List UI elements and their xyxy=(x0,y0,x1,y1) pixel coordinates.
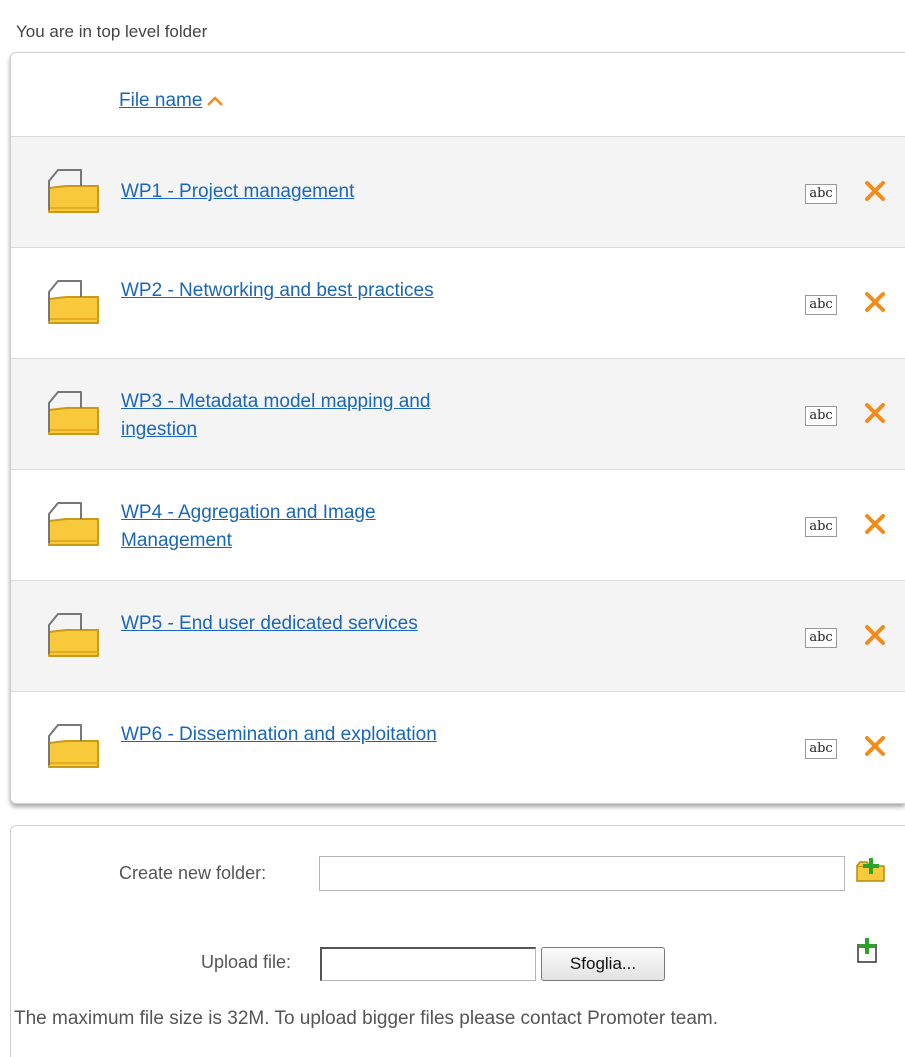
delete-icon[interactable] xyxy=(863,512,887,536)
rename-icon[interactable]: abc xyxy=(805,184,837,204)
folder-icon[interactable] xyxy=(44,275,102,327)
folder-row: WP3 - Metadata model mapping and ingesti… xyxy=(11,359,905,470)
upload-file-label: Upload file: xyxy=(201,952,292,972)
folder-name-link[interactable]: WP2 - Networking and best practices xyxy=(121,277,451,305)
folder-name-link[interactable]: WP6 - Dissemination and exploitation xyxy=(121,721,451,749)
delete-icon[interactable] xyxy=(863,623,887,647)
sort-ascending-icon xyxy=(207,96,224,106)
folder-icon[interactable] xyxy=(44,608,102,660)
rename-icon[interactable]: abc xyxy=(805,739,837,759)
folder-row: WP4 - Aggregation and Image Management a… xyxy=(11,470,905,581)
folder-icon[interactable] xyxy=(44,497,102,549)
folder-row: WP2 - Networking and best practices abc xyxy=(11,248,905,359)
sort-by-file-name-link[interactable]: File name xyxy=(119,90,224,112)
folder-row: WP1 - Project management abc xyxy=(11,137,905,248)
add-folder-icon[interactable] xyxy=(854,855,888,885)
folder-row: WP5 - End user dedicated services abc xyxy=(11,581,905,692)
folder-icon[interactable] xyxy=(44,164,102,216)
file-list-panel: File name WP1 - Project management abc W… xyxy=(10,52,905,804)
folder-name-link[interactable]: WP3 - Metadata model mapping and ingesti… xyxy=(121,388,451,444)
create-folder-label: Create new folder: xyxy=(119,863,267,883)
folder-name-link[interactable]: WP4 - Aggregation and Image Management xyxy=(121,499,451,555)
folder-icon[interactable] xyxy=(44,719,102,771)
max-file-size-note: The maximum file size is 32M. To upload … xyxy=(14,1008,719,1029)
delete-icon[interactable] xyxy=(863,401,887,425)
upload-form-panel: Create new folder: Upload file: Sfoglia.… xyxy=(10,825,905,1057)
browse-button[interactable]: Sfoglia... xyxy=(541,947,665,981)
new-folder-name-input[interactable] xyxy=(319,856,845,891)
delete-icon[interactable] xyxy=(863,179,887,203)
folder-name-link[interactable]: WP1 - Project management xyxy=(121,178,451,206)
current-location-text: You are in top level folder xyxy=(16,22,208,41)
delete-icon[interactable] xyxy=(863,734,887,758)
delete-icon[interactable] xyxy=(863,290,887,314)
folder-list: WP1 - Project management abc WP2 - Netwo… xyxy=(11,137,905,803)
file-list-header: File name xyxy=(11,53,905,137)
upload-file-path-input[interactable] xyxy=(320,947,536,981)
rename-icon[interactable]: abc xyxy=(805,628,837,648)
rename-icon[interactable]: abc xyxy=(805,295,837,315)
folder-name-link[interactable]: WP5 - End user dedicated services xyxy=(121,610,451,638)
add-file-icon[interactable] xyxy=(855,936,879,964)
rename-icon[interactable]: abc xyxy=(805,406,837,426)
rename-icon[interactable]: abc xyxy=(805,517,837,537)
folder-row: WP6 - Dissemination and exploitation abc xyxy=(11,692,905,803)
sort-label: File name xyxy=(119,90,203,111)
folder-icon[interactable] xyxy=(44,386,102,438)
